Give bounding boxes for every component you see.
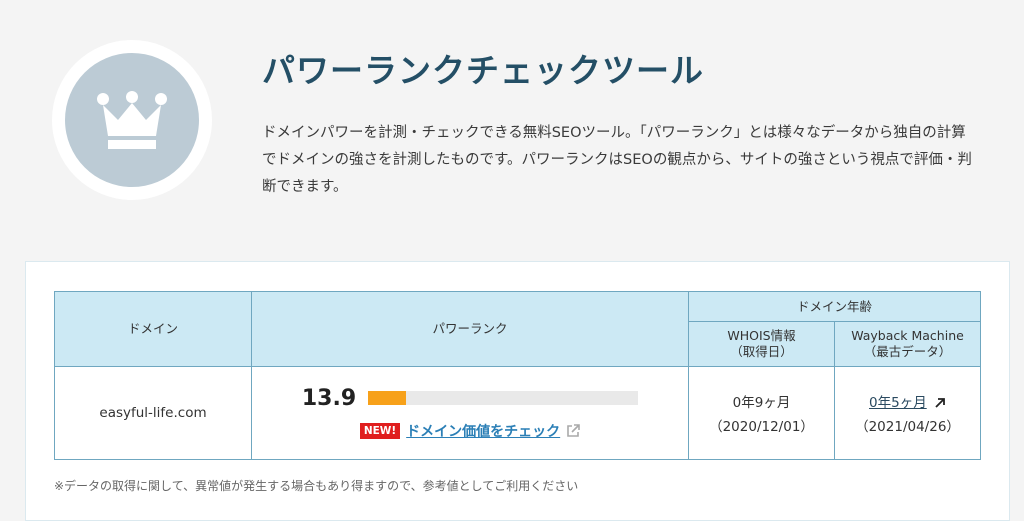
crown-icon [97, 91, 167, 149]
wayback-cell: 0年5ヶ月 （2021/04/26） [833, 366, 982, 460]
page-title: パワーランクチェックツール [262, 51, 704, 90]
tool-logo [52, 40, 212, 200]
tool-description: ドメインパワーを計測・チェックできる無料SEOツール。「パワーランク」とは様々な… [262, 125, 972, 195]
header-wayback: Wayback Machine （最古データ） [833, 321, 982, 367]
header-domain: ドメイン [54, 291, 252, 367]
external-link-icon [567, 423, 580, 437]
header-domain-age: ドメイン年齢 [687, 291, 982, 322]
domain-cell: easyful-life.com [54, 366, 252, 460]
disclaimer-note: ※データの取得に関して、異常値が発生する場合もあり得ますので、参考値としてご利用… [54, 479, 579, 493]
power-rank-bar [368, 391, 639, 405]
new-badge: NEW! [359, 422, 401, 439]
wayback-age-link[interactable]: 0年5ヶ月 [869, 395, 927, 411]
whois-age: 0年9ヶ月 [732, 395, 791, 411]
header-power-rank: パワーランク [251, 291, 689, 367]
check-domain-value-link[interactable]: ドメイン価値をチェック [406, 421, 560, 441]
arrow-up-right-icon [935, 398, 945, 408]
power-rank-score: 13.9 [301, 385, 357, 411]
whois-cell: 0年9ヶ月 （2020/12/01） [688, 366, 835, 460]
whois-date: （2020/12/01） [709, 419, 814, 435]
table-row: easyful-life.com 13.9 NEW! ドメイン価値をチェック 0… [54, 366, 982, 460]
wayback-date: （2021/04/26） [855, 419, 960, 435]
power-rank-table: ドメイン パワーランク ドメイン年齢 WHOIS情報 （取得日） Wayback… [54, 291, 982, 460]
power-rank-bar-fill [368, 391, 406, 405]
header-whois: WHOIS情報 （取得日） [688, 321, 835, 367]
power-rank-cell: 13.9 NEW! ドメイン価値をチェック [251, 366, 689, 460]
